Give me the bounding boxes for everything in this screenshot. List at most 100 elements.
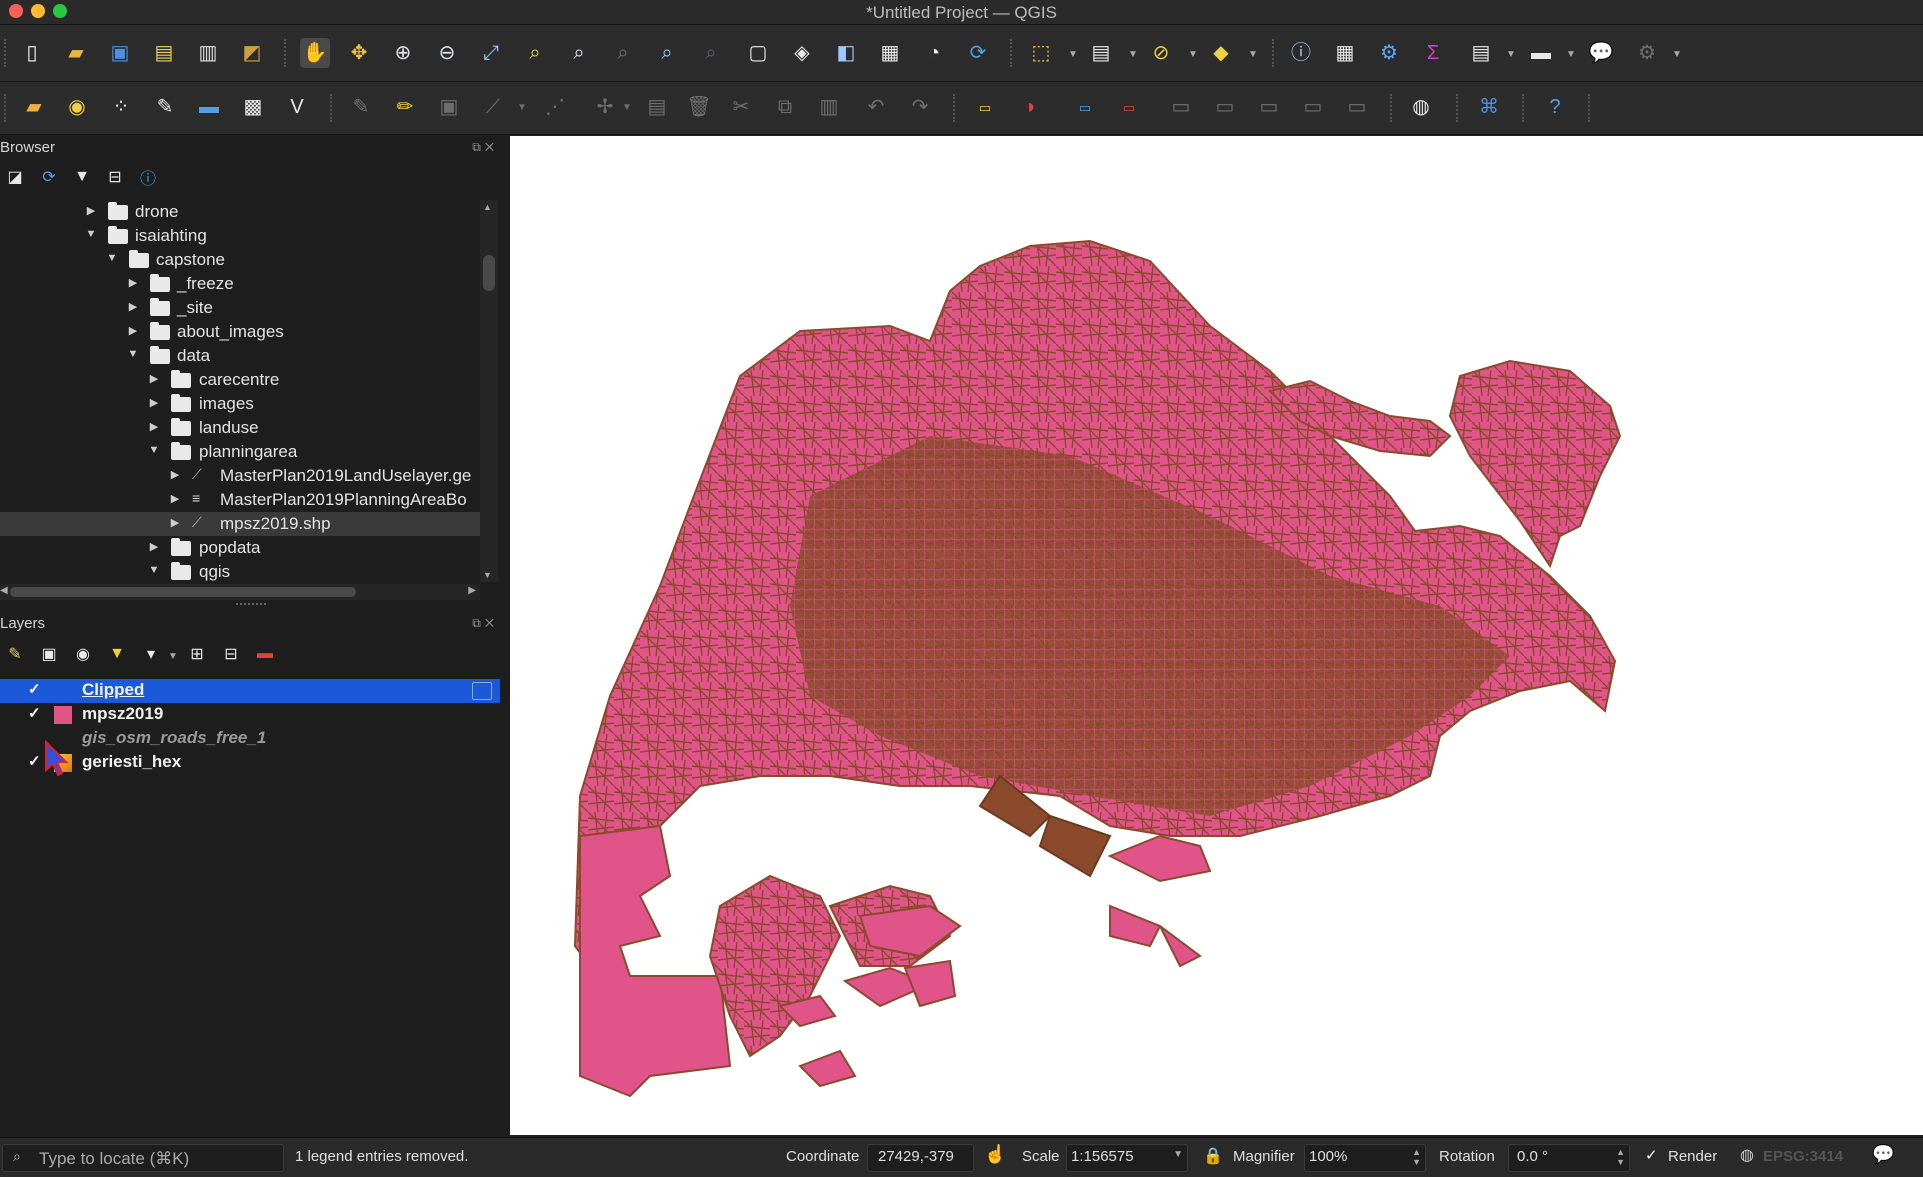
open-table-dropdown[interactable]: ▼ xyxy=(1506,49,1516,60)
panel-float-close-icon[interactable]: ⧉✕ xyxy=(472,140,498,155)
browse-tools-dropdown[interactable]: ▼ xyxy=(1672,49,1682,60)
globe-icon[interactable]: ◍ xyxy=(1740,1145,1754,1165)
scrollbar-thumb[interactable] xyxy=(483,255,495,291)
label-tool-icon[interactable]: ▭ xyxy=(970,92,1000,122)
select-by-value-dropdown[interactable]: ▼ xyxy=(1128,49,1138,60)
plugins-icon[interactable]: ◍ xyxy=(1406,92,1436,122)
data-source-manager-icon[interactable]: ▰ xyxy=(19,92,49,122)
layer-checkbox-unchecked[interactable] xyxy=(28,730,43,745)
new-geopackage-icon[interactable]: ◉ xyxy=(62,92,92,122)
layer-item-roads[interactable]: gis_osm_roads_free_1 xyxy=(0,727,500,751)
tree-expand-icon[interactable]: ▶ xyxy=(127,276,139,289)
zoom-out-icon[interactable]: ⊖ xyxy=(432,38,462,68)
measure-icon[interactable]: ▬ xyxy=(1526,38,1556,68)
panel-splitter[interactable] xyxy=(236,603,266,609)
filter-legend-icon[interactable]: ▼ xyxy=(106,643,128,665)
zoom-to-layer-icon[interactable]: ⌕ xyxy=(564,38,594,68)
label-show-icon[interactable]: ▭ xyxy=(1166,92,1196,122)
vertex-tool-icon[interactable]: ⋰ xyxy=(540,92,570,122)
help-icon[interactable]: ? xyxy=(1540,92,1570,122)
tree-collapse-icon[interactable]: ▼ xyxy=(148,564,160,576)
paste-icon[interactable]: ▥ xyxy=(814,92,844,122)
tree-expand-icon[interactable]: ▶ xyxy=(85,204,97,217)
filter-dropdown[interactable]: ▼ xyxy=(168,651,178,662)
expand-all-icon[interactable]: ⊞ xyxy=(186,643,208,665)
tree-expand-icon[interactable]: ▶ xyxy=(148,372,160,385)
add-selected-layers-icon[interactable]: ◪ xyxy=(4,166,26,188)
tree-collapse-icon[interactable]: ▼ xyxy=(85,228,97,240)
add-group-icon[interactable]: ▣ xyxy=(38,643,60,665)
collapse-all-icon[interactable]: ⊟ xyxy=(220,643,242,665)
rotation-field[interactable]: 0.0 ° ▲ ▼ xyxy=(1508,1144,1630,1172)
style-panel-icon[interactable]: ✎ xyxy=(4,643,26,665)
label-move-icon[interactable]: ▭ xyxy=(1210,92,1240,122)
diagram-icon[interactable]: ◑ xyxy=(1014,92,1044,122)
undo-icon[interactable]: ↶ xyxy=(861,92,891,122)
zoom-last-icon[interactable]: ⌕ xyxy=(652,38,682,68)
new-map-view-icon[interactable]: ▢ xyxy=(743,38,773,68)
zoom-next-icon[interactable]: ⌕ xyxy=(696,38,726,68)
label-properties-icon[interactable]: ▭ xyxy=(1342,92,1372,122)
processing-icon[interactable]: ⚙ xyxy=(1374,38,1404,68)
deselect-dropdown[interactable]: ▼ xyxy=(1188,49,1198,60)
spin-arrows-icon[interactable]: ▲ ▼ xyxy=(1412,1147,1421,1167)
select-features-dropdown[interactable]: ▼ xyxy=(1068,49,1078,60)
deselect-icon[interactable]: ⊘ xyxy=(1146,38,1176,68)
tree-expand-icon[interactable]: ▶ xyxy=(148,420,160,433)
cut-icon[interactable]: ✂ xyxy=(726,92,756,122)
tree-row[interactable]: ▼ capstone xyxy=(0,248,480,272)
multi-edit-dropdown[interactable]: ▼ xyxy=(622,102,632,113)
tree-expand-icon[interactable]: ▶ xyxy=(127,300,139,313)
add-feature-icon[interactable]: ⟋ xyxy=(478,92,508,122)
multi-edit-icon[interactable]: ✢ xyxy=(590,92,620,122)
info-icon[interactable]: ⓘ xyxy=(137,166,159,188)
map-tips-icon[interactable]: 💬 xyxy=(1586,38,1616,68)
refresh-icon[interactable]: ⟳ xyxy=(963,38,993,68)
tree-row[interactable]: ▼ qgis xyxy=(0,560,480,582)
tree-collapse-icon[interactable]: ▼ xyxy=(127,348,139,360)
spin-arrows-icon[interactable]: ▲ ▼ xyxy=(1616,1147,1625,1167)
label-highlight-icon[interactable]: ▭ xyxy=(1070,92,1100,122)
new-3d-view-icon[interactable]: ◈ xyxy=(787,38,817,68)
new-project-icon[interactable]: ▯ xyxy=(17,38,47,68)
style-manager-icon[interactable]: ◩ xyxy=(237,38,267,68)
zoom-native-icon[interactable]: ⌕ xyxy=(608,38,638,68)
filter-icon[interactable]: ▼ xyxy=(71,166,93,188)
add-layer-icon[interactable]: ▬ xyxy=(194,92,224,122)
tree-collapse-icon[interactable]: ▼ xyxy=(148,444,160,456)
attribute-table-icon[interactable]: ▦ xyxy=(1330,38,1360,68)
pan-to-selection-icon[interactable]: ✥ xyxy=(344,38,374,68)
refresh-icon[interactable]: ⟳ xyxy=(38,166,60,188)
open-project-icon[interactable]: ▰ xyxy=(61,38,91,68)
new-bookmark-icon[interactable]: ◧ xyxy=(831,38,861,68)
crs-label[interactable]: EPSG:3414 xyxy=(1763,1148,1843,1165)
measure-dropdown[interactable]: ▼ xyxy=(1566,49,1576,60)
tree-expand-icon[interactable]: ▶ xyxy=(127,324,139,337)
tree-row[interactable]: ▶ about_images xyxy=(0,320,480,344)
scroll-left-icon[interactable]: ◀ xyxy=(0,585,8,596)
zoom-to-selection-icon[interactable]: ⌕ xyxy=(520,38,550,68)
lock-icon[interactable]: 🔒 xyxy=(1203,1146,1223,1166)
scrollbar-thumb[interactable] xyxy=(10,587,356,597)
select-by-location-icon[interactable]: ◆ xyxy=(1206,38,1236,68)
tree-row[interactable]: ▶ images xyxy=(0,392,480,416)
tree-row-selected[interactable]: ▶ ⟋ mpsz2019.shp xyxy=(0,512,480,536)
browser-horizontal-scrollbar[interactable]: ◀ ▶ xyxy=(0,584,480,600)
tree-row[interactable]: ▶ drone xyxy=(0,200,480,224)
tree-expand-icon[interactable]: ▶ xyxy=(169,468,181,481)
tree-expand-icon[interactable]: ▶ xyxy=(169,492,181,505)
layer-item-clipped[interactable]: ✓ Clipped xyxy=(0,679,500,703)
layer-checkbox-checked[interactable]: ✓ xyxy=(28,682,43,697)
collapse-all-icon[interactable]: ⊟ xyxy=(104,166,126,188)
digitize-icon[interactable]: ✎ xyxy=(150,92,180,122)
toggle-editing-icon[interactable]: ✏ xyxy=(390,92,420,122)
layer-item-geriesti-hex[interactable]: ✓ geriesti_hex xyxy=(0,751,500,775)
panel-float-close-icon[interactable]: ⧉✕ xyxy=(472,616,498,631)
layout-manager-icon[interactable]: ▥ xyxy=(193,38,223,68)
edits-icon[interactable]: ✎ xyxy=(346,92,376,122)
scroll-right-icon[interactable]: ▶ xyxy=(468,585,476,596)
open-table-icon[interactable]: ▤ xyxy=(1466,38,1496,68)
zoom-in-icon[interactable]: ⊕ xyxy=(388,38,418,68)
tree-row[interactable]: ▶ landuse xyxy=(0,416,480,440)
render-checkbox[interactable]: ✓ xyxy=(1645,1146,1658,1164)
